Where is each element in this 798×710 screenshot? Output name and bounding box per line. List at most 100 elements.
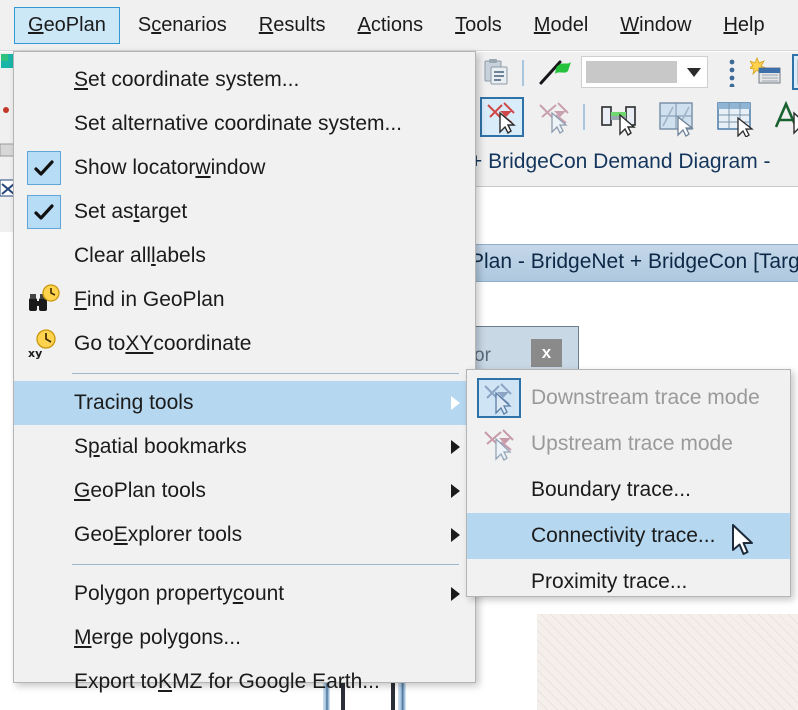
tab-label-bridgecon: + BridgeCon Demand Diagram - bbox=[470, 150, 771, 173]
submenu-item-proximity-trace[interactable]: Proximity trace... bbox=[467, 559, 790, 605]
menu-item-clear-all-labels[interactable]: Clear all l abels bbox=[14, 234, 475, 278]
toolbar-separator bbox=[583, 104, 585, 130]
menu-item-polygon-property-count[interactable]: Polygon property c ount bbox=[14, 572, 475, 616]
menu-item-label: Polygon property bbox=[74, 582, 233, 605]
menu-geoplan-dropdown: Set coordinate system... Set alternative… bbox=[13, 51, 476, 693]
menu-item-export-to-kmz[interactable]: Export to K MZ for Google Earth... bbox=[14, 660, 475, 704]
chevron-down-icon[interactable] bbox=[681, 67, 707, 77]
close-icon[interactable]: x bbox=[531, 339, 562, 367]
menu-item-label: Set alternative coordinate system... bbox=[74, 112, 402, 135]
menu-item-show-locator-window[interactable]: Show locator w indow bbox=[14, 146, 475, 190]
menubar-item-scenarios[interactable]: Scenarios bbox=[124, 7, 241, 44]
menu-item-geoplan-tools[interactable]: GeoPlan tools bbox=[14, 469, 475, 513]
table-select-icon[interactable] bbox=[716, 99, 760, 142]
link-select-icon[interactable] bbox=[600, 99, 644, 142]
menubar-item-geoplan[interactable]: GeoPlan bbox=[14, 6, 120, 44]
menubar-item-window-accel: W bbox=[620, 13, 640, 36]
svg-text:xy: xy bbox=[28, 347, 42, 360]
menu-item-accel: K bbox=[158, 670, 173, 693]
paste-icon[interactable] bbox=[481, 58, 511, 93]
new-grid-icon[interactable] bbox=[746, 56, 782, 92]
menu-item-tracing-tools[interactable]: Tracing tools bbox=[14, 381, 475, 425]
chevron-right-icon bbox=[451, 396, 460, 410]
colored-chart-icon[interactable] bbox=[792, 54, 798, 90]
menubar-item-results-label: esults bbox=[273, 13, 326, 36]
menu-item-set-as-target[interactable]: Set as t arget bbox=[14, 190, 475, 234]
downstream-trace-icon bbox=[477, 378, 521, 418]
checkmark-icon bbox=[27, 195, 61, 229]
menu-item-label-tail: arget bbox=[139, 200, 188, 223]
menubar-item-window[interactable]: Window bbox=[606, 7, 705, 44]
menubar-item-tools-label: ools bbox=[465, 13, 502, 36]
menubar-item-actions[interactable]: Actions bbox=[344, 7, 438, 44]
menu-item-label: Geo bbox=[74, 523, 114, 546]
overflow-dots-icon[interactable] bbox=[728, 59, 736, 92]
menu-item-merge-polygons[interactable]: Merge polygons... bbox=[14, 616, 475, 660]
menu-item-find-in-geoplan[interactable]: Find in GeoPlan bbox=[14, 278, 475, 322]
menu-item-label: Tracing tools bbox=[74, 391, 194, 414]
submenu-item-downstream-trace-mode[interactable]: Downstream trace mode bbox=[467, 375, 790, 421]
menu-item-label: erge polygons... bbox=[91, 626, 241, 649]
chevron-right-icon bbox=[451, 528, 460, 542]
app-root: + BridgeCon Demand Diagram - Plan - Brid… bbox=[0, 0, 798, 710]
menubar-item-actions-label: ctions bbox=[370, 13, 424, 36]
menu-item-accel: G bbox=[74, 479, 91, 502]
upstream-trace-icon bbox=[477, 424, 521, 464]
menubar-item-scenarios-pre: S bbox=[137, 13, 152, 36]
menubar-item-tools[interactable]: Tools bbox=[441, 7, 516, 44]
menu-bar: GeoPlan Scenarios Results Actions Tools … bbox=[0, 0, 798, 51]
toolbar-row-primary bbox=[466, 52, 798, 94]
chevron-right-icon bbox=[451, 587, 460, 601]
floating-panel-label: or bbox=[474, 345, 491, 366]
menu-item-accel: c bbox=[232, 582, 244, 605]
menu-item-label: Show locator bbox=[74, 156, 196, 179]
submenu-item-upstream-trace-mode[interactable]: Upstream trace mode bbox=[467, 421, 790, 467]
menu-item-set-alternative-coordinate-system[interactable]: Set alternative coordinate system... bbox=[14, 102, 475, 146]
menubar-item-geoplan-label: eoPlan bbox=[43, 13, 106, 36]
menu-item-label-tail: ount bbox=[243, 582, 285, 605]
menu-item-label-tail: atial bookmarks bbox=[99, 435, 247, 458]
menubar-item-scenarios-accel: c bbox=[151, 13, 162, 36]
submenu-item-label: Connectivity trace... bbox=[531, 524, 716, 547]
menu-item-label: eoPlan tools bbox=[90, 479, 206, 502]
menu-item-spatial-bookmarks[interactable]: Sp atial bookmarks bbox=[14, 425, 475, 469]
menu-item-accel: S bbox=[74, 68, 89, 91]
mdi-window-title: Plan - BridgeNet + BridgeCon [Targ bbox=[470, 250, 798, 273]
menu-item-label-tail: indow bbox=[210, 156, 266, 179]
menu-tracing-tools-submenu: Downstream trace mode Upstream trace mod… bbox=[466, 369, 791, 597]
grid-select-icon[interactable] bbox=[658, 99, 702, 142]
document-tab-label[interactable]: + BridgeCon Demand Diagram - bbox=[470, 150, 771, 174]
menu-item-set-coordinate-system[interactable]: Set coordinate system... bbox=[14, 58, 475, 102]
submenu-item-label: Proximity trace... bbox=[531, 570, 688, 593]
xy-clock-icon: xy bbox=[28, 328, 60, 360]
menu-item-label-tail: abels bbox=[155, 244, 206, 267]
menubar-item-model-accel: M bbox=[533, 13, 551, 36]
menubar-item-help[interactable]: Help bbox=[709, 7, 778, 44]
text-annotation-icon[interactable] bbox=[772, 99, 798, 142]
green-flag-icon[interactable] bbox=[538, 57, 572, 92]
menubar-item-window-label: indow bbox=[639, 13, 692, 36]
menubar-item-tools-accel: T bbox=[455, 13, 466, 36]
toolbar-row-secondary bbox=[466, 94, 798, 142]
menu-separator bbox=[72, 373, 459, 374]
hatched-polygon-region bbox=[537, 614, 798, 710]
menubar-item-actions-accel: A bbox=[357, 13, 371, 36]
menu-item-accel: p bbox=[88, 435, 100, 458]
menu-item-label-tail: MZ for Google Earth... bbox=[172, 670, 380, 693]
toolbar-combo-value bbox=[586, 61, 677, 83]
downstream-trace-icon[interactable] bbox=[480, 97, 524, 137]
menubar-item-scenarios-label: enarios bbox=[161, 13, 227, 36]
menu-item-label: Set as bbox=[74, 200, 134, 223]
menu-item-go-to-xy-coordinate[interactable]: xy Go to XY coordinate bbox=[14, 322, 475, 366]
toolbar-combo[interactable] bbox=[581, 56, 708, 88]
submenu-item-connectivity-trace[interactable]: Connectivity trace... bbox=[467, 513, 790, 559]
menu-item-accel: XY bbox=[125, 332, 154, 355]
menu-item-label-tail: coordinate bbox=[153, 332, 252, 355]
menubar-item-results[interactable]: Results bbox=[245, 7, 340, 44]
menubar-item-model[interactable]: Model bbox=[520, 7, 602, 44]
submenu-item-boundary-trace[interactable]: Boundary trace... bbox=[467, 467, 790, 513]
menu-item-geoexplorer-tools[interactable]: Geo Explorer tools bbox=[14, 513, 475, 557]
upstream-trace-icon[interactable] bbox=[532, 97, 576, 142]
menu-item-accel: w bbox=[195, 156, 211, 179]
checkmark-icon bbox=[27, 151, 61, 185]
